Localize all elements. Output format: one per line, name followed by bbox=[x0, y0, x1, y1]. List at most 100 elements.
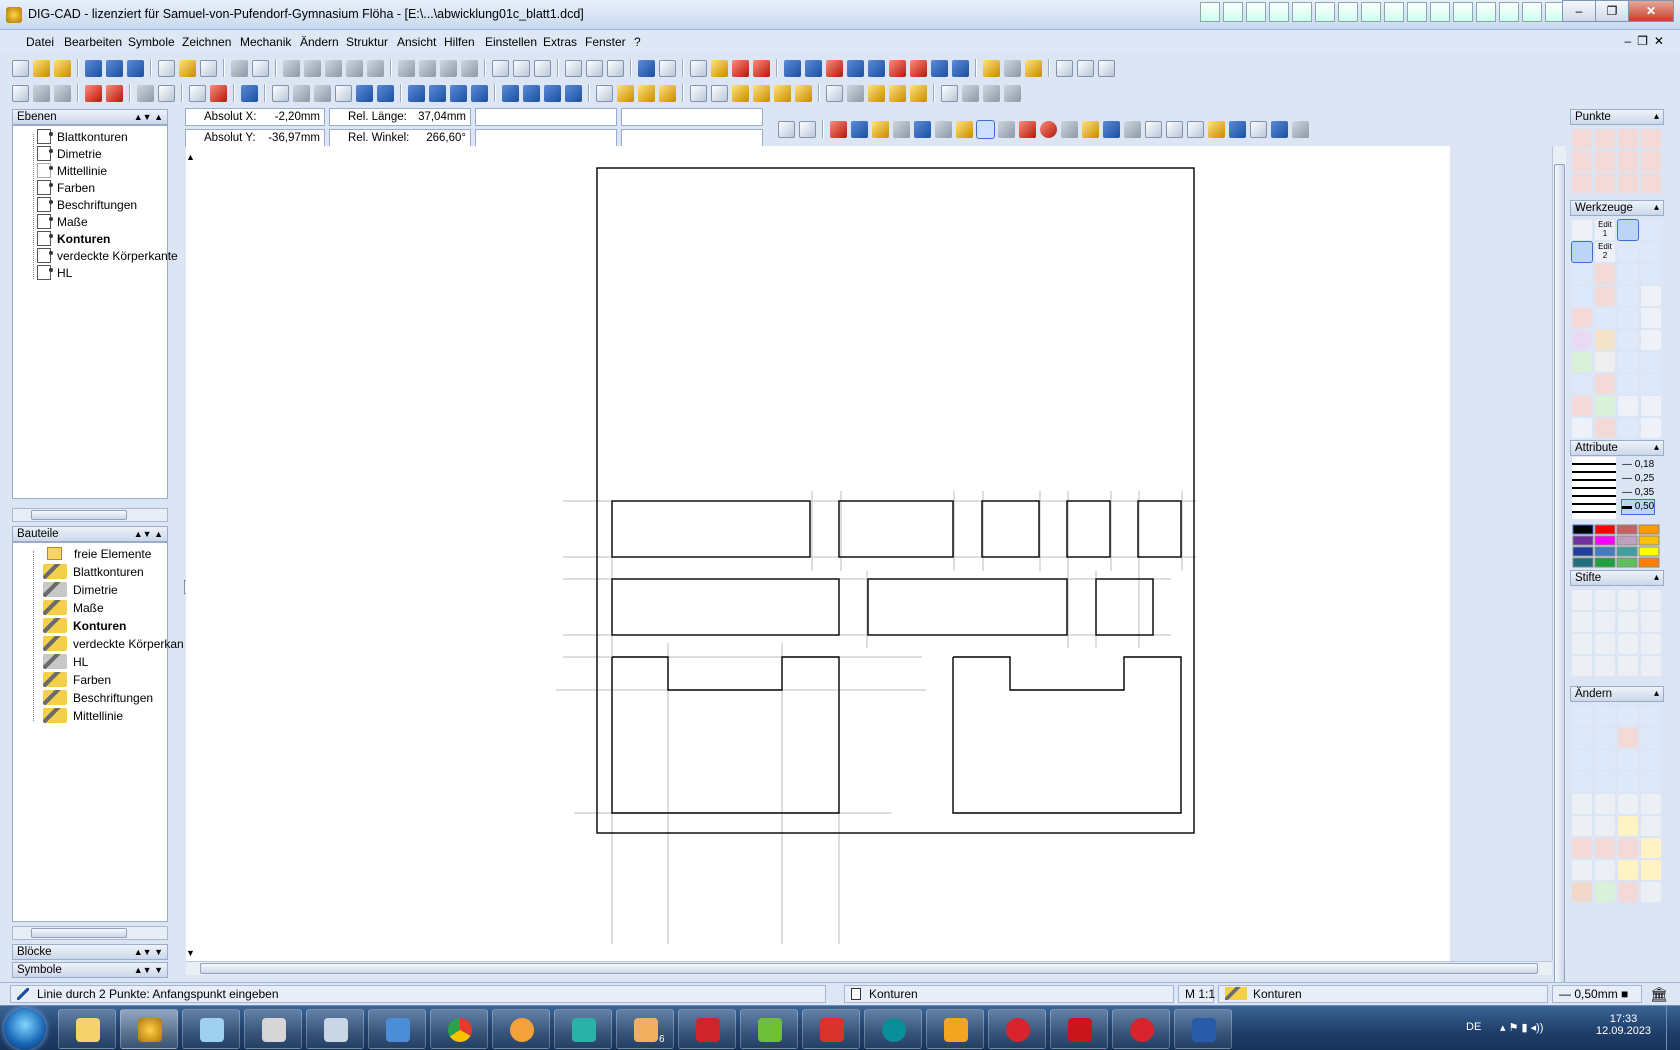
dimension-icon[interactable] bbox=[1145, 120, 1162, 138]
component-item[interactable]: Farben bbox=[43, 671, 111, 688]
quick-icon[interactable] bbox=[1361, 2, 1381, 22]
component-item[interactable]: Maße bbox=[43, 599, 104, 616]
input-field-5[interactable] bbox=[621, 108, 763, 126]
zoom-7-icon[interactable] bbox=[544, 84, 561, 102]
line-width-list[interactable]: — 0,18 — 0,25 — 0,35 ▬ 0,50 bbox=[1620, 458, 1656, 515]
status-scale[interactable]: M 1:1 bbox=[1178, 985, 1215, 1003]
drawing-svg[interactable] bbox=[186, 146, 1450, 961]
zoom-6-icon[interactable] bbox=[523, 84, 540, 102]
modify-icon[interactable] bbox=[1572, 860, 1592, 880]
line-active-icon[interactable] bbox=[1571, 241, 1593, 263]
quick-icon[interactable] bbox=[1315, 2, 1335, 22]
circle-point-icon[interactable] bbox=[1618, 129, 1638, 149]
modify-icon[interactable] bbox=[1595, 728, 1615, 748]
taskbar-app[interactable] bbox=[182, 1009, 240, 1049]
menu-zeichnen[interactable]: Zeichnen bbox=[182, 35, 231, 49]
trim-tool-icon[interactable] bbox=[1595, 418, 1615, 438]
modify-icon[interactable] bbox=[1641, 860, 1661, 880]
modify-icon[interactable] bbox=[1572, 838, 1592, 858]
component-item[interactable]: HL bbox=[43, 653, 88, 670]
power-icon[interactable] bbox=[1595, 352, 1615, 372]
bauteile-panel-header[interactable]: Bauteile ▲▼ ▲ bbox=[12, 526, 168, 542]
view2-icon[interactable] bbox=[33, 84, 50, 102]
line-point-icon[interactable] bbox=[1595, 151, 1615, 171]
menu-fenster[interactable]: Fenster bbox=[585, 35, 626, 49]
pen-slot-icon[interactable] bbox=[1572, 612, 1592, 632]
new-icon[interactable] bbox=[12, 59, 29, 77]
component-item[interactable]: Dimetrie bbox=[43, 581, 118, 598]
magnifier-icon[interactable] bbox=[1271, 120, 1288, 138]
component-item[interactable]: Beschriftungen bbox=[43, 689, 153, 706]
tool11-icon[interactable] bbox=[931, 59, 948, 77]
drawing-canvas[interactable] bbox=[186, 146, 1450, 961]
tool9-icon[interactable] bbox=[889, 59, 906, 77]
line-tool-icon[interactable] bbox=[1618, 242, 1638, 262]
zoom-out-icon[interactable] bbox=[377, 84, 394, 102]
eraser-icon[interactable] bbox=[1292, 120, 1309, 138]
line-tool-icon[interactable] bbox=[1618, 374, 1638, 394]
whatsthis-icon[interactable] bbox=[659, 59, 676, 77]
parallel-tool-icon[interactable] bbox=[1641, 220, 1661, 240]
modify-icon[interactable] bbox=[1618, 728, 1638, 748]
modify-icon[interactable] bbox=[1572, 794, 1592, 814]
struct7-icon[interactable] bbox=[826, 84, 843, 102]
print-preview-icon[interactable] bbox=[252, 59, 269, 77]
move-tool-icon[interactable] bbox=[1618, 418, 1638, 438]
text-tool-icon[interactable] bbox=[1572, 396, 1592, 416]
layer-item[interactable]: Blattkonturen bbox=[37, 128, 128, 145]
pen-slot-icon[interactable] bbox=[1572, 590, 1592, 610]
modify-icon[interactable] bbox=[1618, 838, 1638, 858]
pen-slot-icon[interactable] bbox=[1595, 656, 1615, 676]
undo-arrow-icon[interactable] bbox=[893, 120, 910, 138]
struct15-icon[interactable] bbox=[1004, 84, 1021, 102]
layer-item[interactable]: Farben bbox=[37, 179, 95, 196]
maximize-button[interactable]: ❐ bbox=[1595, 0, 1629, 22]
view9-icon[interactable] bbox=[210, 84, 227, 102]
absolute-y-field[interactable]: Absolut Y: -36,97mm bbox=[185, 129, 325, 147]
rectangle-icon[interactable] bbox=[1572, 286, 1592, 306]
zoom-fit-icon[interactable] bbox=[1166, 120, 1183, 138]
struct3-icon[interactable] bbox=[732, 84, 749, 102]
scroll-thumb[interactable] bbox=[200, 963, 1538, 974]
menu-mechanik[interactable]: Mechanik bbox=[240, 35, 291, 49]
symbol-icon[interactable] bbox=[1572, 418, 1592, 438]
struct6-icon[interactable] bbox=[795, 84, 812, 102]
modify-icon[interactable] bbox=[1618, 794, 1638, 814]
input-field-6[interactable] bbox=[621, 129, 763, 147]
modify-icon[interactable] bbox=[1618, 816, 1638, 836]
quick-icon[interactable] bbox=[1407, 2, 1427, 22]
contour-rect[interactable] bbox=[1137, 500, 1182, 558]
relative-length-field[interactable]: Rel. Länge: 37,04mm bbox=[329, 108, 471, 126]
taskbar-digcad[interactable] bbox=[120, 1009, 178, 1049]
modify-icon[interactable] bbox=[1572, 772, 1592, 792]
target-icon[interactable] bbox=[1595, 308, 1615, 328]
color-swatch[interactable] bbox=[1616, 557, 1638, 568]
line-point-icon[interactable] bbox=[1572, 173, 1592, 193]
punkte-header[interactable]: Punkte bbox=[1570, 109, 1664, 125]
tool4-icon[interactable] bbox=[784, 59, 801, 77]
taskbar-app[interactable] bbox=[678, 1009, 736, 1049]
struct10-icon[interactable] bbox=[889, 84, 906, 102]
modify-icon[interactable] bbox=[1595, 838, 1615, 858]
menu-symbole[interactable]: Symbole bbox=[128, 35, 175, 49]
contour-rect[interactable] bbox=[1095, 578, 1154, 636]
menu-extras[interactable]: Extras bbox=[543, 35, 577, 49]
contour-profile[interactable] bbox=[611, 656, 840, 814]
panel-controls-icon[interactable]: ▲▼ ▼ bbox=[134, 963, 163, 977]
color-swatch[interactable] bbox=[1594, 535, 1616, 546]
dimension-tool-icon[interactable] bbox=[1595, 330, 1615, 350]
absolute-x-field[interactable]: Absolut X: -2,20mm bbox=[185, 108, 325, 126]
quick-icon[interactable] bbox=[1499, 2, 1519, 22]
pen-slot-icon[interactable] bbox=[1641, 612, 1661, 632]
zoom-window-icon[interactable] bbox=[272, 84, 289, 102]
save-icon[interactable] bbox=[85, 59, 102, 77]
modify-icon[interactable] bbox=[1572, 816, 1592, 836]
building-icon[interactable]: 🏛 bbox=[1650, 986, 1668, 1003]
menu-help[interactable]: ? bbox=[634, 35, 641, 49]
pen-slot-icon[interactable] bbox=[1595, 590, 1615, 610]
contour-rect[interactable] bbox=[1066, 500, 1111, 558]
quick-icon[interactable] bbox=[1430, 2, 1450, 22]
input-field-3[interactable] bbox=[475, 108, 617, 126]
taskbar-media[interactable] bbox=[492, 1009, 550, 1049]
hand-icon[interactable] bbox=[778, 120, 795, 138]
